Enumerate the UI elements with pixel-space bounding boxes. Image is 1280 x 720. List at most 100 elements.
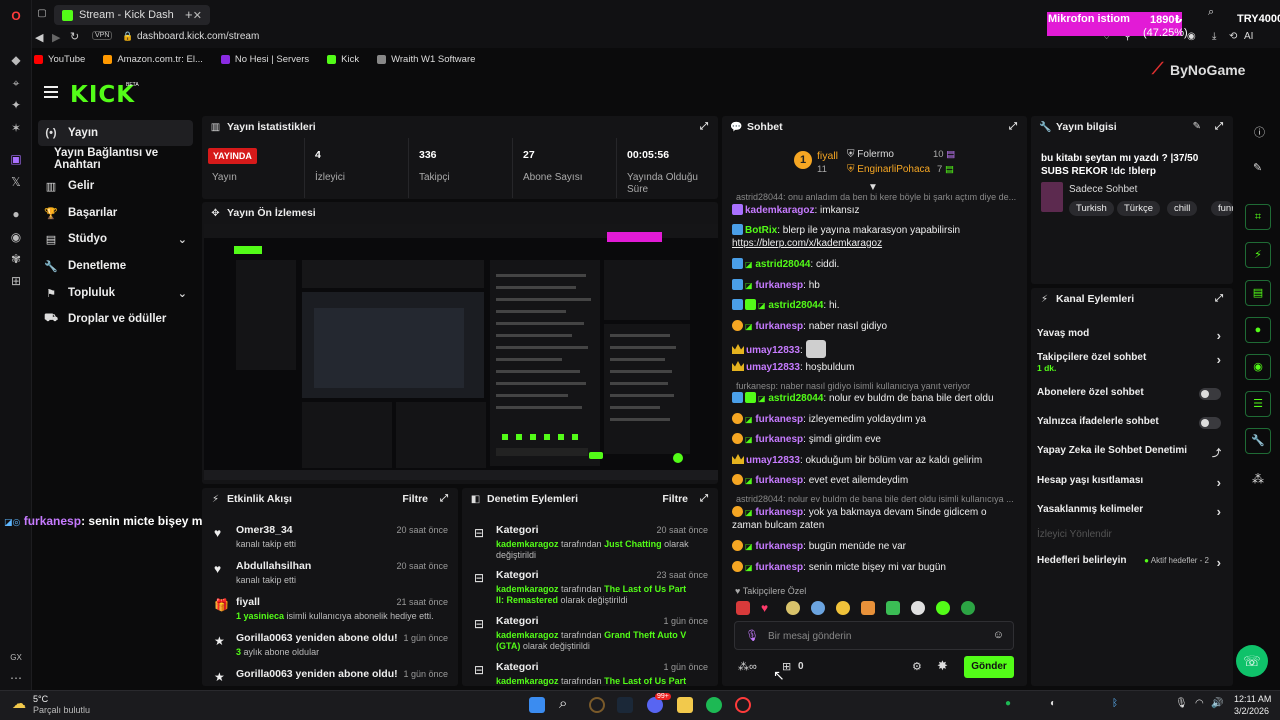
clock-time[interactable]: 12:11 AM [1234, 694, 1271, 704]
tab-menu-icon[interactable]: ▢ [34, 6, 50, 22]
info-icon[interactable]: ⓘ [1254, 124, 1265, 140]
goals-row[interactable]: Hedefleri belirleyin ● Aktif hedefler - 2… [1037, 555, 1221, 577]
chat-message[interactable]: ◪ furkanesp: izleyemedim yoldaydım ya [732, 413, 1013, 426]
volume-icon[interactable]: 🔊 [1211, 698, 1223, 709]
tray-icon[interactable]: ◐ [1050, 698, 1056, 709]
x-icon[interactable]: 𝕏 [8, 174, 24, 190]
popout-icon[interactable]: ⤢ [440, 493, 448, 504]
edit-icon[interactable]: ✎ [1253, 161, 1262, 174]
url-field[interactable]: dashboard.kick.com/stream [137, 31, 259, 42]
clock-date[interactable]: 3/2/2026 [1234, 706, 1269, 716]
nav-item-revenue[interactable]: ▥ Gelir [38, 173, 193, 199]
banned-words-row[interactable]: Yasaklanmış kelimeler › [1037, 504, 1221, 526]
chat-message[interactable]: ◪ furkanesp: hb [732, 279, 1013, 292]
download-icon[interactable]: ⤓ [1212, 31, 1216, 42]
microphone-icon[interactable]: 🎙 [1175, 698, 1188, 709]
twitch-icon[interactable]: ▣ [8, 151, 24, 167]
nav-item-stream-key[interactable]: Yayın Bağlantısı ve Anahtarı [38, 146, 203, 172]
nav-item-community[interactable]: ⚑ Topluluk ⌄ [38, 280, 193, 306]
nav-item-studio[interactable]: ▤ Stüdyo ⌄ [38, 226, 193, 252]
chat-message[interactable]: ◪ furkanesp: senin micte bişey mi var bu… [732, 561, 1013, 574]
popout-icon[interactable]: ⤢ [700, 493, 708, 504]
bookmark-nohesi[interactable]: No Hesi | Servers [220, 54, 309, 65]
nav-item-drops[interactable]: ⛟ Droplar ve ödüller [38, 306, 193, 332]
bookmark-amazon[interactable]: Amazon.com.tr: El... [103, 54, 203, 65]
popout-icon[interactable]: ⤢ [1215, 121, 1223, 132]
filter-button[interactable]: Filtre [402, 493, 428, 505]
bookmark-kick[interactable]: Kick [327, 54, 359, 65]
broadcast-icon[interactable]: ◉ [1245, 354, 1271, 380]
history-icon[interactable]: ⟲ [1229, 31, 1237, 42]
sidebar-app-icon[interactable]: ✦ [8, 97, 24, 113]
more-icon[interactable]: ⋯ [8, 670, 24, 686]
menu-icon[interactable] [44, 86, 58, 98]
category-name[interactable]: Sadece Sohbet [1069, 184, 1137, 195]
chat-message[interactable]: kademkaragoz: imkansız [732, 204, 1013, 217]
sidebar-app-icon[interactable]: ✶ [8, 120, 24, 136]
emote-icon[interactable] [861, 601, 875, 615]
chat-icon[interactable]: ● [1245, 317, 1271, 343]
ai-label[interactable]: AI [1244, 31, 1253, 42]
stack-icon[interactable]: ☰ [1245, 391, 1271, 417]
chat-message[interactable]: umay12833: okuduğum bir bölüm var az kal… [732, 454, 1013, 467]
bluetooth-icon[interactable]: ᛒ [1112, 698, 1118, 709]
lock-icon[interactable]: 🔒 [122, 31, 133, 42]
search-icon[interactable]: ⌕ [559, 695, 567, 712]
sidebar-app-icon[interactable]: ◉ [8, 229, 24, 245]
tag[interactable]: Türkçe [1117, 201, 1161, 216]
chat-input[interactable]: 🎙 Bir mesaj gönderin ☺ [734, 621, 1014, 650]
edit-icon[interactable]: ✎ [1193, 121, 1201, 132]
chat-message[interactable]: ◪ furkanesp: evet evet ailemdeydim [732, 474, 1013, 487]
apps-icon[interactable]: ⁂ [1252, 472, 1264, 486]
lightning-icon[interactable]: ⚡ [1245, 242, 1271, 268]
ai-moderation-row[interactable]: Yapay Zeka ile Sohbet Denetimi ⤴ [1037, 445, 1221, 467]
sidebar-app-icon[interactable]: ⊞ [8, 273, 24, 289]
spotify-tray-icon[interactable]: ● [1005, 698, 1011, 709]
forward-icon[interactable]: ▶ [52, 31, 60, 44]
tag[interactable]: funn [1211, 201, 1233, 216]
search-icon[interactable]: ⌕ [1208, 6, 1214, 19]
steam-icon[interactable] [617, 697, 633, 713]
emote-icon[interactable] [961, 601, 975, 615]
emote-icon[interactable] [886, 601, 900, 615]
spotify-icon[interactable] [706, 697, 722, 713]
vpn-badge[interactable]: VPN [92, 31, 113, 40]
start-icon[interactable] [529, 697, 545, 713]
subscribers-only-toggle[interactable] [1199, 388, 1221, 400]
badge-icon[interactable]: ✸ [937, 658, 948, 674]
followers-only-row[interactable]: Takipçilere özel sohbet 1 dk. › [1037, 352, 1221, 382]
channel-points-icon[interactable]: ⁂∞ [738, 660, 757, 673]
tag[interactable]: chill [1167, 201, 1198, 216]
tag[interactable]: Turkish [1069, 201, 1114, 216]
emote-only-toggle[interactable] [1199, 417, 1221, 429]
nav-item-stream[interactable]: (•) Yayın [38, 120, 193, 146]
microphone-icon[interactable]: 🎙 [745, 629, 759, 642]
chat-message[interactable]: umay12833: hoşbuldum [732, 361, 1013, 374]
emote-icon[interactable] [911, 601, 925, 615]
opera-logo-icon[interactable]: O [8, 8, 24, 24]
nav-item-moderation[interactable]: 🔧 Denetleme [38, 253, 193, 279]
chat-message[interactable]: ◪ astrid28044: ciddi. [732, 258, 1013, 271]
scan-icon[interactable]: ⌗ [1245, 204, 1271, 230]
subscribers-only-row[interactable]: Abonelere özel sohbet [1037, 387, 1221, 409]
chat-link[interactable]: https://blerp.com/x/kademkaragoz [732, 237, 1013, 250]
emote-icon[interactable] [811, 601, 825, 615]
account-age-row[interactable]: Hesap yaşı kısıtlaması › [1037, 475, 1221, 497]
emote-icon[interactable] [836, 601, 850, 615]
emote-only-row[interactable]: Yalnızca ifadelerle sohbet [1037, 416, 1221, 438]
chat-message[interactable]: ◪ furkanesp: yok ya bakmaya devam 5inde … [732, 506, 1013, 532]
popout-icon[interactable]: ⤢ [700, 121, 708, 132]
slow-mode-row[interactable]: Yavaş mod › [1037, 328, 1221, 350]
chat-message[interactable]: ◪ furkanesp: bugün menüde ne var [732, 540, 1013, 553]
back-icon[interactable]: ◀ [35, 31, 43, 44]
sidebar-app-icon[interactable]: ◆ [8, 52, 24, 68]
document-icon[interactable]: ▤ [1245, 280, 1271, 306]
folder-icon[interactable] [677, 697, 693, 713]
emote-icon[interactable] [936, 601, 950, 615]
sidebar-app-icon[interactable]: ✾ [8, 251, 24, 267]
emote-icon[interactable]: ♥ [761, 601, 775, 615]
app-icon[interactable] [589, 697, 605, 713]
chat-message[interactable]: ◪ furkanesp: naber nasıl gidiyo [732, 320, 1013, 333]
wrench-icon[interactable]: 🔧 [1245, 428, 1271, 454]
popout-icon[interactable]: ⤢ [1009, 121, 1017, 132]
